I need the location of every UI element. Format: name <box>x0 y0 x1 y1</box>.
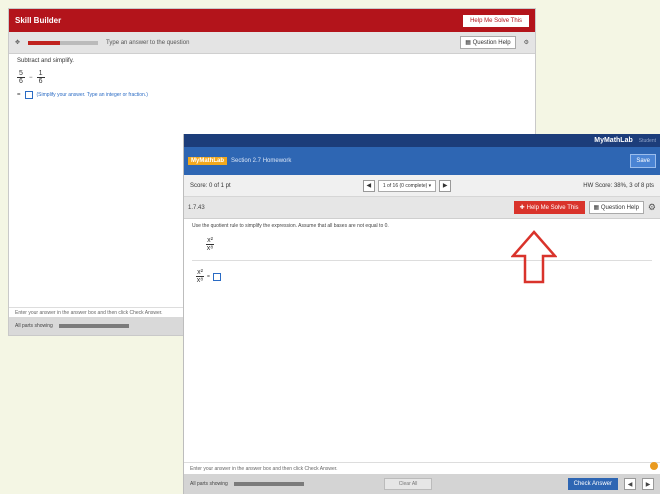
question-help-button[interactable]: ▦ Question Help <box>460 36 516 49</box>
footer-status-bar: All parts showing Clear All Check Answer… <box>184 474 660 494</box>
prev-question-button[interactable]: ◀ <box>362 179 375 192</box>
math-expression: x² x⁸ <box>206 237 652 252</box>
instruction: Subtract and simplify. <box>17 58 74 64</box>
question-content: Subtract and simplify. 56 − 16 = (Simpli… <box>9 54 535 103</box>
divider <box>192 260 652 261</box>
question-help-button[interactable]: ▦ Question Help <box>588 201 644 214</box>
help-icon: ▦ <box>465 40 471 46</box>
parts-progress-bar <box>233 482 304 486</box>
answer-row: = (Simplify your answer. Type an integer… <box>17 91 148 99</box>
help-me-solve-button[interactable]: Help Me Solve This <box>463 14 529 27</box>
math-expression: 56 − 16 <box>17 70 527 85</box>
answer-input[interactable] <box>212 272 221 281</box>
save-button[interactable]: Save <box>630 154 656 168</box>
answer-row: x² x⁸ = <box>196 269 652 284</box>
check-answer-button[interactable]: Check Answer <box>567 478 618 490</box>
question-toolbar: 1.7.43 ✚ Help Me Solve This ▦ Question H… <box>184 197 660 219</box>
score-text: Score: 0 of 1 pt <box>190 182 231 189</box>
app-title: Skill Builder <box>15 16 62 25</box>
progress-bar <box>28 40 99 45</box>
fraction: 56 <box>17 70 25 85</box>
clear-all-button[interactable]: Clear All <box>383 478 433 490</box>
up-arrow-icon <box>511 230 557 284</box>
gear-icon[interactable]: ⚙ <box>524 39 529 46</box>
question-id: 1.7.43 <box>188 204 205 211</box>
score-bar: Score: 0 of 1 pt ◀ 1 of 16 (0 complete) … <box>184 175 660 197</box>
footer-instruction: Enter your answer in the answer box and … <box>184 462 660 474</box>
answer-hint-link[interactable]: (Simplify your answer. Type an integer o… <box>37 92 148 98</box>
brand-bar: MyMathLab Student <box>184 134 660 147</box>
cursor-icon: ✥ <box>15 40 21 46</box>
orange-indicator-icon <box>650 462 658 470</box>
brand-name: MyMathLab <box>594 137 633 144</box>
gear-icon[interactable]: ⚙ <box>648 202 656 213</box>
course-logo: MyMathLab <box>188 157 227 165</box>
instruction: Use the quotient rule to simplify the ex… <box>192 223 389 229</box>
brand-suffix: Student <box>638 137 656 144</box>
answer-input[interactable] <box>24 91 33 99</box>
next-page-button[interactable]: ▶ <box>642 478 654 490</box>
fraction: x² x⁸ <box>206 237 214 252</box>
progress-fill <box>28 40 60 45</box>
question-content: Use the quotient rule to simplify the ex… <box>184 219 660 288</box>
fraction: 16 <box>36 70 45 85</box>
help-me-solve-button[interactable]: ✚ Help Me Solve This <box>513 201 585 214</box>
help-icon: ✚ <box>519 205 525 211</box>
skill-builder-titlebar: Skill Builder Help Me Solve This <box>9 9 535 32</box>
help-icon: ▦ <box>593 205 600 211</box>
fraction: x² x⁸ <box>196 269 204 284</box>
toolbar-hint: Type an answer to the question <box>106 39 190 46</box>
parts-progress-bar <box>58 324 129 328</box>
prev-page-button[interactable]: ◀ <box>624 478 636 490</box>
next-question-button[interactable]: ▶ <box>439 179 452 192</box>
question-selector[interactable]: 1 of 16 (0 complete) ▾ <box>377 179 437 192</box>
hw-score: HW Score: 38%, 3 of 8 pts <box>583 182 654 189</box>
mymathlab-window: MyMathLab Student MyMathLab Section 2.7 … <box>183 134 660 494</box>
course-header: MyMathLab Section 2.7 Homework Save <box>184 147 660 175</box>
skill-builder-toolbar: ✥ Type an answer to the question ▦ Quest… <box>9 32 535 54</box>
course-title: Section 2.7 Homework <box>231 158 292 164</box>
